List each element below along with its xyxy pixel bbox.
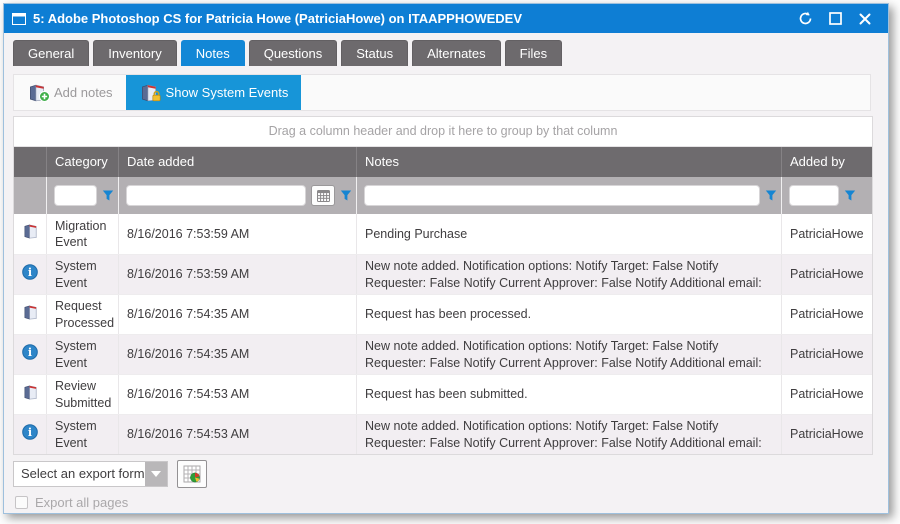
- tab-strip: General Inventory Notes Questions Status…: [13, 40, 888, 66]
- grid-filter-row: [14, 177, 872, 214]
- tab-alternates[interactable]: Alternates: [412, 40, 501, 66]
- close-button[interactable]: [850, 4, 880, 33]
- header-icon-column: [14, 147, 47, 177]
- cell-date-added: 8/16/2016 7:54:53 AM: [119, 415, 357, 454]
- header-notes[interactable]: Notes: [357, 147, 782, 177]
- export-bar: Select an export format: [13, 460, 888, 488]
- cell-notes: Pending Purchase: [357, 214, 782, 254]
- header-category[interactable]: Category: [47, 147, 119, 177]
- table-row[interactable]: i System Event 8/16/2016 7:54:35 AM New …: [14, 334, 872, 374]
- note-icon: [22, 223, 39, 244]
- date-added-filter-input[interactable]: [126, 185, 306, 206]
- maximize-icon: [829, 12, 842, 25]
- cell-category: Migration Event: [47, 214, 119, 254]
- tab-notes[interactable]: Notes: [181, 40, 245, 66]
- cell-date-added: 8/16/2016 7:54:35 AM: [119, 295, 357, 334]
- maximize-button[interactable]: [820, 4, 850, 33]
- info-icon: i: [22, 424, 38, 444]
- cell-added-by: PatriciaHowe: [782, 375, 872, 414]
- tab-status[interactable]: Status: [341, 40, 408, 66]
- show-system-events-button[interactable]: Show System Events: [126, 75, 302, 110]
- table-row[interactable]: Request Processed 8/16/2016 7:54:35 AM R…: [14, 294, 872, 334]
- cell-added-by: PatriciaHowe: [782, 415, 872, 454]
- cell-date-added: 8/16/2016 7:54:53 AM: [119, 375, 357, 414]
- note-icon: [22, 304, 39, 325]
- export-button[interactable]: [177, 460, 207, 488]
- cell-notes: Request has been submitted.: [357, 375, 782, 414]
- window-icon: [12, 13, 26, 25]
- cell-notes: New note added. Notification options: No…: [357, 415, 782, 454]
- cell-notes: Request has been processed.: [357, 295, 782, 334]
- date-picker-button[interactable]: [311, 185, 335, 206]
- info-icon: i: [22, 264, 38, 284]
- refresh-icon: [798, 11, 813, 26]
- export-all-pages-label: Export all pages: [35, 495, 128, 510]
- export-format-value: Select an export format: [14, 462, 145, 486]
- add-notes-button[interactable]: Add notes: [14, 75, 126, 110]
- table-row[interactable]: Migration Event 8/16/2016 7:53:59 AM Pen…: [14, 214, 872, 254]
- tab-inventory[interactable]: Inventory: [93, 40, 176, 66]
- svg-text:i: i: [28, 267, 32, 280]
- chevron-down-icon: [151, 471, 161, 477]
- cell-notes: New note added. Notification options: No…: [357, 335, 782, 374]
- funnel-icon[interactable]: [102, 189, 114, 202]
- added-by-filter-input[interactable]: [789, 185, 839, 206]
- cell-date-added: 8/16/2016 7:54:35 AM: [119, 335, 357, 374]
- tab-general[interactable]: General: [13, 40, 89, 66]
- notes-filter-input[interactable]: [364, 185, 760, 206]
- note-icon: [22, 384, 39, 405]
- tab-files[interactable]: Files: [505, 40, 562, 66]
- group-by-drop-zone[interactable]: Drag a column header and drop it here to…: [14, 117, 872, 147]
- dropdown-arrow-button[interactable]: [145, 462, 167, 486]
- cell-added-by: PatriciaHowe: [782, 295, 872, 334]
- grid-rows: Migration Event 8/16/2016 7:53:59 AM Pen…: [14, 214, 872, 454]
- export-all-pages-checkbox[interactable]: [15, 496, 28, 509]
- funnel-icon[interactable]: [340, 189, 352, 202]
- cell-added-by: PatriciaHowe: [782, 214, 872, 254]
- close-icon: [859, 13, 871, 25]
- tab-questions[interactable]: Questions: [249, 40, 338, 66]
- category-filter-input[interactable]: [54, 185, 97, 206]
- table-row[interactable]: Review Submitted 8/16/2016 7:54:53 AM Re…: [14, 374, 872, 414]
- cell-date-added: 8/16/2016 7:53:59 AM: [119, 255, 357, 294]
- export-table-icon: [183, 465, 201, 483]
- refresh-button[interactable]: [790, 4, 820, 33]
- cell-category: Request Processed: [47, 295, 119, 334]
- cell-notes: New note added. Notification options: No…: [357, 255, 782, 294]
- dialog-window: 5: Adobe Photoshop CS for Patricia Howe …: [3, 3, 889, 514]
- cell-category: System Event: [47, 335, 119, 374]
- cell-category: System Event: [47, 255, 119, 294]
- cell-category: Review Submitted: [47, 375, 119, 414]
- table-row[interactable]: i System Event 8/16/2016 7:54:53 AM New …: [14, 414, 872, 454]
- titlebar: 5: Adobe Photoshop CS for Patricia Howe …: [4, 4, 888, 33]
- export-format-select[interactable]: Select an export format: [13, 461, 168, 487]
- filter-icon-cell: [14, 177, 47, 214]
- funnel-icon[interactable]: [765, 189, 777, 202]
- add-notes-label: Add notes: [54, 85, 113, 100]
- cell-category: System Event: [47, 415, 119, 454]
- note-lock-icon: [139, 83, 159, 103]
- cell-added-by: PatriciaHowe: [782, 335, 872, 374]
- cell-date-added: 8/16/2016 7:53:59 AM: [119, 214, 357, 254]
- svg-text:i: i: [28, 427, 32, 440]
- cell-added-by: PatriciaHowe: [782, 255, 872, 294]
- show-system-events-label: Show System Events: [166, 85, 289, 100]
- calendar-icon: [317, 189, 330, 202]
- grid-header-row: Category Date added Notes Added by: [14, 147, 872, 177]
- export-all-pages-row: Export all pages: [15, 495, 888, 510]
- note-plus-icon: [27, 83, 47, 103]
- header-added-by[interactable]: Added by: [782, 147, 872, 177]
- window-title: 5: Adobe Photoshop CS for Patricia Howe …: [33, 11, 790, 26]
- svg-text:i: i: [28, 347, 32, 360]
- funnel-icon[interactable]: [844, 189, 856, 202]
- header-date-added[interactable]: Date added: [119, 147, 357, 177]
- table-row[interactable]: i System Event 8/16/2016 7:53:59 AM New …: [14, 254, 872, 294]
- notes-grid: Drag a column header and drop it here to…: [13, 116, 873, 455]
- notes-toolbar: Add notes Show System Events: [13, 74, 871, 111]
- info-icon: i: [22, 344, 38, 364]
